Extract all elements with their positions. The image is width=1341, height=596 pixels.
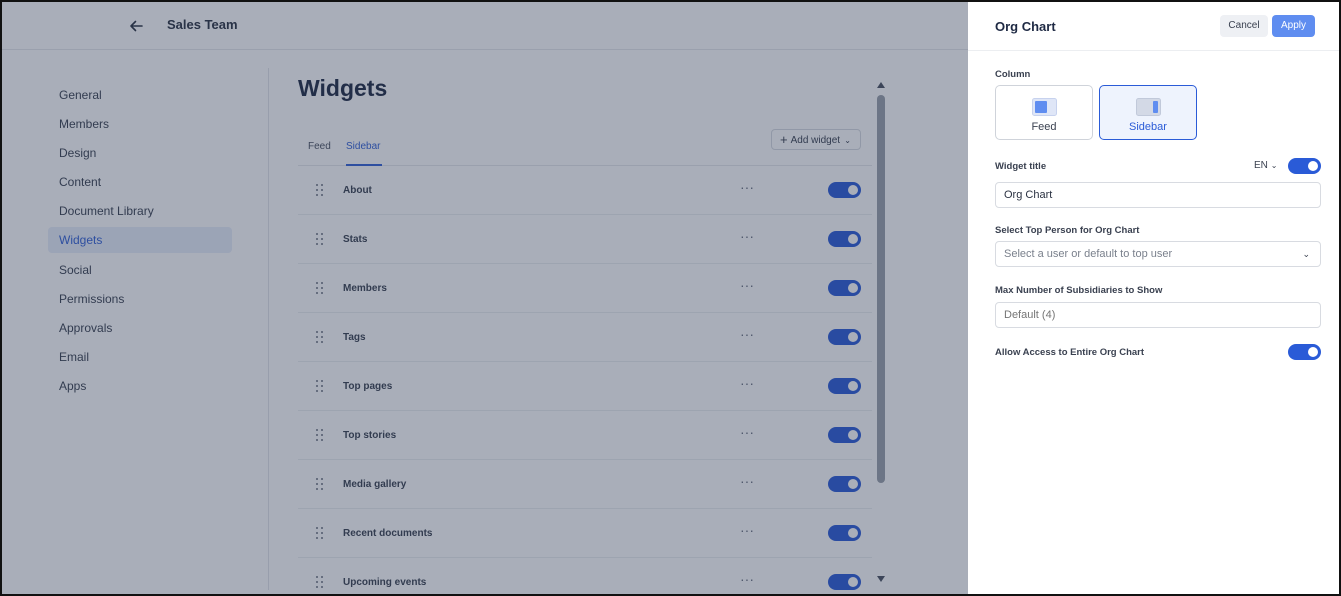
max-subsidiaries-input[interactable] <box>995 302 1321 328</box>
apply-button[interactable]: Apply <box>1272 15 1315 37</box>
chevron-down-icon: ⌄ <box>1302 249 1310 259</box>
top-person-placeholder: Select a user or default to top user <box>1004 248 1173 260</box>
allow-access-toggle[interactable] <box>1288 344 1321 360</box>
column-option-feed[interactable]: Feed <box>995 85 1093 140</box>
top-person-select[interactable]: Select a user or default to top user ⌄ <box>995 241 1321 267</box>
panel-title: Org Chart <box>995 19 1056 34</box>
column-option-sidebar[interactable]: Sidebar <box>1099 85 1197 140</box>
language-value: EN <box>1254 160 1268 171</box>
widget-settings-panel: Org Chart Cancel Apply Column Feed Sideb… <box>968 2 1339 594</box>
widget-title-input[interactable] <box>995 182 1321 208</box>
app-window: Sales Team General Members Design Conten… <box>0 0 1341 596</box>
allow-access-label: Allow Access to Entire Org Chart <box>995 347 1145 358</box>
column-option-sidebar-label: Sidebar <box>1129 121 1167 133</box>
cancel-button[interactable]: Cancel <box>1220 15 1268 37</box>
feed-layout-icon <box>1032 98 1057 116</box>
column-option-feed-label: Feed <box>1031 121 1057 133</box>
top-person-label: Select Top Person for Org Chart <box>995 225 1140 236</box>
sidebar-layout-icon <box>1136 98 1161 116</box>
chevron-down-icon: ⌄ <box>1270 161 1278 170</box>
max-subsidiaries-label: Max Number of Subsidiaries to Show <box>995 285 1163 296</box>
language-select[interactable]: EN ⌄ <box>1254 160 1277 171</box>
panel-header: Org Chart Cancel Apply <box>968 2 1339 51</box>
column-label: Column <box>995 69 1031 80</box>
modal-overlay[interactable] <box>2 2 968 594</box>
widget-title-label: Widget title <box>995 161 1047 172</box>
widget-title-toggle[interactable] <box>1288 158 1321 174</box>
